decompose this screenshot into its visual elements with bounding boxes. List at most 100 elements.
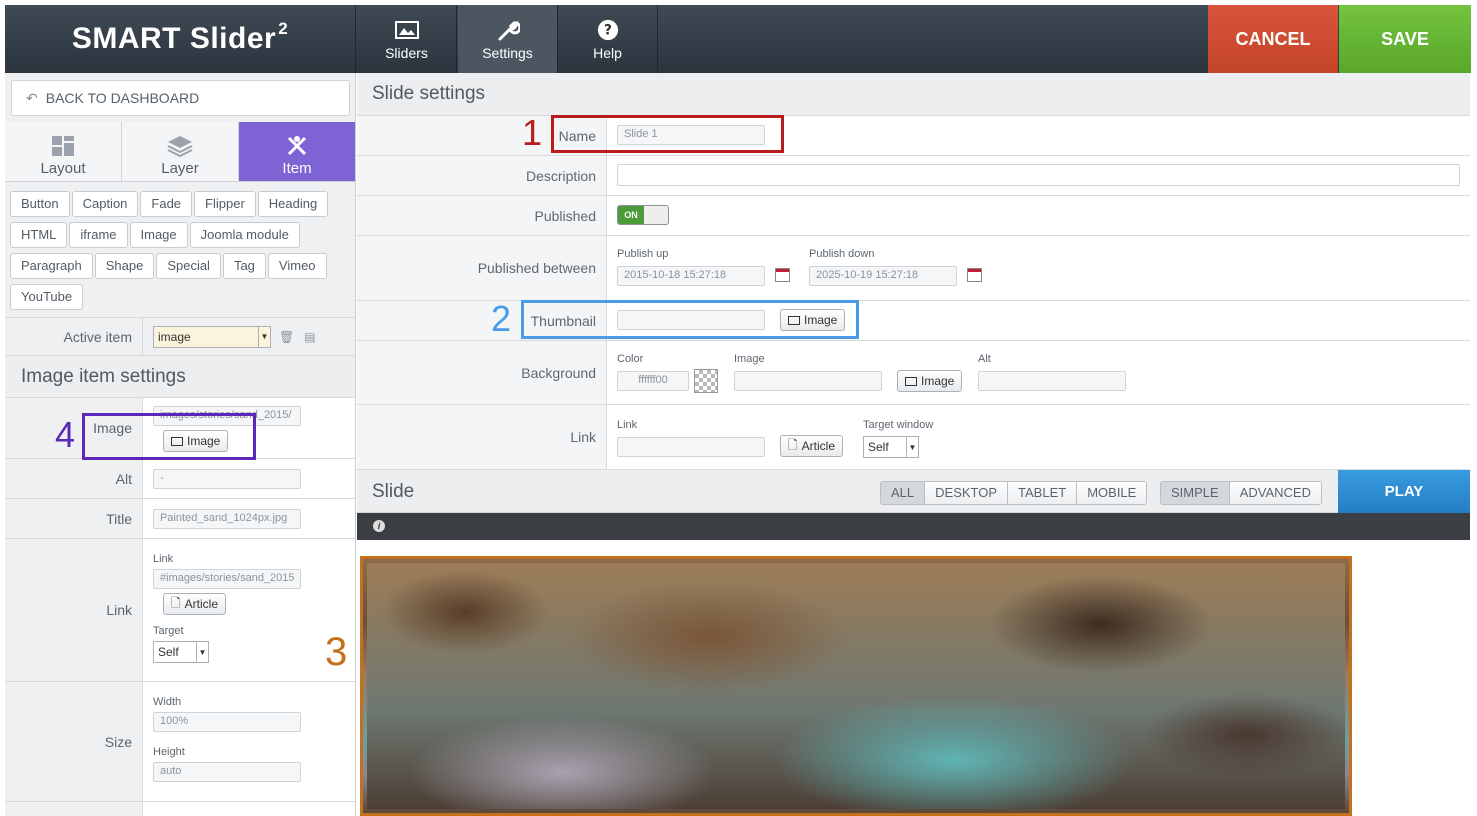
mode-tabs: SIMPLE ADVANCED	[1160, 481, 1322, 505]
slide-link-article-button[interactable]: 🗋 Article	[780, 435, 843, 457]
link-row-main: Link Link 🗋 Article Target window Self ▼	[357, 405, 1470, 470]
item-type-caption[interactable]: Caption	[71, 191, 139, 217]
item-type-iframe[interactable]: iframe	[69, 222, 128, 248]
active-item-select-value: image	[158, 329, 191, 344]
publish-down-input[interactable]: 2025-10-19 15:27:18	[809, 266, 957, 286]
tab-item-label: Item	[282, 160, 312, 177]
slide-title: Slide	[372, 481, 415, 502]
copy-icon[interactable]: ▤	[304, 330, 315, 344]
device-tab-all[interactable]: ALL	[881, 482, 926, 504]
mode-tab-advanced[interactable]: ADVANCED	[1229, 482, 1321, 504]
active-item-select[interactable]: image ▼	[153, 325, 271, 348]
tab-layer[interactable]: Layer	[122, 122, 239, 182]
slide-link-input[interactable]	[617, 437, 765, 457]
link-input[interactable]: #images/stories/sand_2015	[153, 569, 301, 589]
published-toggle-on: ON	[618, 206, 644, 224]
height-label: Height	[153, 746, 185, 758]
description-textarea[interactable]	[617, 164, 1460, 186]
alt-value-cell: -	[143, 459, 355, 498]
tab-layout[interactable]: Layout	[5, 122, 122, 182]
next-row-label	[5, 802, 143, 816]
item-type-youtube[interactable]: YouTube	[10, 284, 84, 310]
publish-down-label: Publish down	[809, 248, 875, 260]
alt-label: Alt	[5, 459, 143, 498]
nav-settings[interactable]: Settings	[458, 5, 558, 73]
published-between-label: Published between	[357, 236, 607, 300]
item-type-flipper[interactable]: Flipper	[194, 191, 256, 217]
title-value-cell: Painted_sand_1024px.jpg	[143, 499, 355, 538]
main-panel: Slide settings Name Slide 1 Description …	[357, 73, 1470, 816]
layout-icon	[52, 136, 74, 156]
item-icon	[287, 136, 307, 156]
slide-info-bar: i	[357, 513, 1470, 540]
tab-item[interactable]: Item	[239, 122, 355, 182]
item-type-special[interactable]: Special	[156, 253, 221, 279]
save-button[interactable]: SAVE	[1339, 5, 1471, 73]
bg-alt-label: Alt	[978, 353, 991, 365]
slide-link-article-label: Article	[801, 439, 835, 453]
device-tab-tablet[interactable]: TABLET	[1008, 482, 1078, 504]
slide-toolbar: Slide ALL DESKTOP TABLET MOBILE SIMPLE A…	[357, 470, 1470, 513]
cancel-button[interactable]: CANCEL	[1208, 5, 1338, 73]
item-type-joomla-module[interactable]: Joomla module	[189, 222, 300, 248]
size-value-cell: Width 100% Height auto	[143, 682, 355, 801]
link-article-button[interactable]: 🗋 Article	[163, 593, 226, 615]
item-type-vimeo[interactable]: Vimeo	[267, 253, 327, 279]
link-label: Link	[5, 539, 143, 681]
link-sub-label: Link	[153, 553, 174, 565]
item-type-html[interactable]: HTML	[10, 222, 68, 248]
title-row: Title Painted_sand_1024px.jpg	[5, 498, 355, 538]
trash-icon[interactable]: 🗑	[279, 330, 294, 344]
link-row-value-cell: Link 🗋 Article Target window Self ▼	[607, 405, 1470, 469]
mode-tab-simple[interactable]: SIMPLE	[1161, 482, 1230, 504]
logo-sup: 2	[278, 19, 289, 38]
color-picker-swatch[interactable]	[694, 369, 718, 393]
background-value-cell: Color ffffff00 Image Image Alt	[607, 341, 1470, 404]
target-select[interactable]: Self ▼	[153, 641, 209, 663]
slide-settings-title: Slide settings	[357, 73, 1470, 116]
published-row: Published ON	[357, 196, 1470, 236]
device-tab-mobile[interactable]: MOBILE	[1077, 482, 1147, 504]
publish-up-input[interactable]: 2015-10-18 15:27:18	[617, 266, 765, 286]
published-between-value-cell: Publish up 2015-10-18 15:27:18 Publish d…	[607, 236, 1470, 300]
background-row: Background Color ffffff00 Image Image Al…	[357, 341, 1470, 405]
nav-help[interactable]: ? Help	[558, 5, 658, 73]
height-input[interactable]: auto	[153, 762, 301, 782]
help-icon: ?	[597, 19, 618, 41]
item-type-image[interactable]: Image	[129, 222, 188, 248]
width-input[interactable]: 100%	[153, 712, 301, 732]
calendar-icon[interactable]	[775, 268, 790, 282]
item-type-fade[interactable]: Fade	[140, 191, 193, 217]
play-button[interactable]: PLAY	[1338, 470, 1470, 513]
active-item-value-cell: image ▼ 🗑 ▤	[143, 318, 355, 355]
annotation-number-3: 3	[325, 630, 348, 674]
link-row-label: Link	[357, 405, 607, 469]
item-type-button[interactable]: Button	[10, 191, 70, 217]
active-item-row: Active item image ▼ 🗑 ▤	[5, 317, 355, 355]
bg-image-button[interactable]: Image	[897, 370, 963, 392]
background-label: Background	[357, 341, 607, 404]
slide-canvas-image[interactable]	[360, 556, 1352, 816]
alt-input[interactable]: -	[153, 468, 301, 489]
bg-image-input[interactable]	[734, 371, 882, 391]
device-tab-desktop[interactable]: DESKTOP	[925, 482, 1009, 504]
layers-icon	[167, 136, 193, 158]
title-input[interactable]: Painted_sand_1024px.jpg	[153, 508, 301, 529]
sidebar-tabs: Layout Layer Item	[5, 122, 355, 182]
published-toggle[interactable]: ON	[617, 205, 669, 225]
item-type-shape[interactable]: Shape	[94, 253, 155, 279]
calendar-icon[interactable]	[967, 268, 982, 282]
tab-layout-label: Layout	[40, 160, 86, 177]
item-type-heading[interactable]: Heading	[257, 191, 329, 217]
color-input[interactable]: ffffff00	[617, 371, 689, 391]
bg-alt-input[interactable]	[978, 371, 1126, 391]
back-to-dashboard-button[interactable]: ↶ BACK TO DASHBOARD	[11, 80, 350, 116]
top-bar: SMART Slider 2 Sliders Settings ? Help CA…	[5, 5, 1471, 73]
annotation-number-1: 1	[522, 112, 543, 153]
target-window-select[interactable]: Self ▼	[863, 436, 919, 458]
item-type-tag[interactable]: Tag	[222, 253, 266, 279]
info-icon[interactable]: i	[373, 520, 385, 532]
item-type-paragraph[interactable]: Paragraph	[10, 253, 93, 279]
nav-sliders[interactable]: Sliders	[357, 5, 457, 73]
annotation-number-2: 2	[491, 298, 512, 339]
